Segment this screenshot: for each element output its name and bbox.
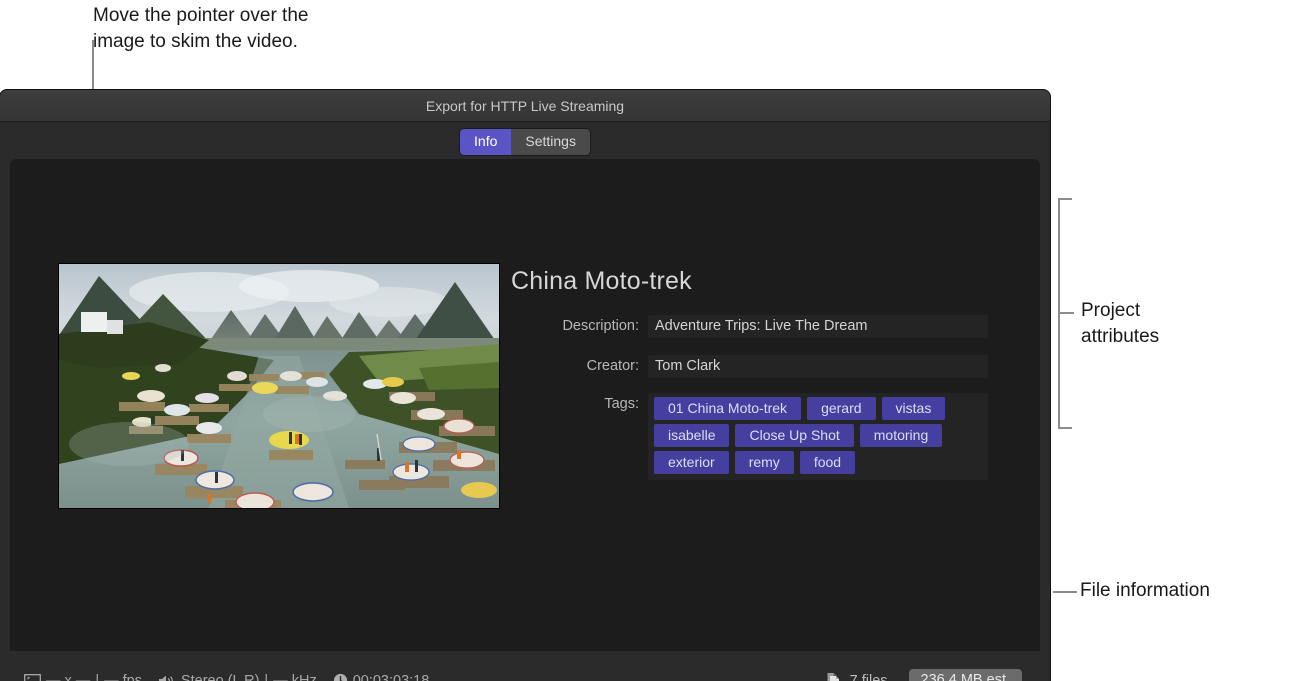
files-count: 7 files	[850, 673, 888, 681]
label-tags: Tags:	[511, 393, 648, 412]
tag-pill[interactable]: isabelle	[654, 424, 729, 447]
field-row-description: Description: Adventure Trips: Live The D…	[511, 315, 988, 338]
speaker-icon	[158, 674, 176, 681]
leader-line-file-information	[1053, 591, 1077, 593]
status-right-group: 7 files 236.4 MB est.	[825, 669, 1022, 681]
export-dialog-window: Export for HTTP Live Streaming Info Sett…	[0, 90, 1050, 681]
window-title: Export for HTTP Live Streaming	[426, 98, 624, 114]
tag-pill[interactable]: vistas	[882, 397, 946, 420]
callout-skim-video: Move the pointer over the image to skim …	[93, 3, 308, 55]
tab-info[interactable]: Info	[460, 129, 511, 155]
value-creator[interactable]: Tom Clark	[648, 355, 988, 378]
callout-project-attributes: Project attributes	[1081, 298, 1159, 350]
tag-pill[interactable]: Close Up Shot	[735, 424, 853, 447]
label-description: Description:	[511, 315, 648, 334]
tag-pill[interactable]: food	[800, 451, 855, 474]
segmented-control[interactable]: Info Settings	[460, 129, 590, 155]
window-titlebar: Export for HTTP Live Streaming	[0, 90, 1050, 122]
info-panel: China Moto-trek Description: Adventure T…	[10, 159, 1040, 651]
duration-value: 00:03:03:18	[353, 673, 430, 681]
tab-settings[interactable]: Settings	[511, 129, 590, 155]
documents-icon	[825, 672, 841, 681]
tag-pill[interactable]: 01 China Moto-trek	[654, 397, 801, 420]
leader-line-project-attributes	[1058, 312, 1074, 314]
value-description[interactable]: Adventure Trips: Live The Dream	[648, 315, 988, 338]
audio-channels-value: Stereo (L R)	[181, 673, 259, 681]
callout-file-information: File information	[1080, 578, 1210, 604]
tag-pill[interactable]: motoring	[860, 424, 942, 447]
documents-icon-svg	[825, 672, 841, 681]
sample-rate-value: — kHz	[273, 673, 317, 681]
video-thumbnail[interactable]	[59, 264, 499, 508]
clock-icon	[333, 673, 348, 681]
frame-size-group: — x — | — fps	[24, 673, 142, 681]
status-left-group: — x — | — fps Stereo (L R) | — kHz	[24, 673, 440, 681]
audio-separator: |	[264, 673, 268, 681]
frame-rate-separator: |	[95, 673, 99, 681]
tags-container[interactable]: 01 China Moto-trek gerard vistas isabelle Cl…	[648, 393, 988, 480]
frame-rate-value: — fps	[104, 673, 142, 681]
tab-bar: Info Settings	[0, 122, 1050, 162]
duration-group: 00:03:03:18	[333, 673, 430, 681]
frame-size-icon	[24, 674, 41, 681]
frame-size-icon-svg	[24, 674, 41, 681]
frame-size-value: — x —	[46, 673, 90, 681]
screenshot-root: Move the pointer over the image to skim …	[0, 0, 1298, 681]
tag-pill[interactable]: gerard	[807, 397, 875, 420]
speaker-icon-svg	[158, 674, 176, 681]
field-row-tags: Tags: 01 China Moto-trek gerard vistas isab…	[511, 393, 988, 480]
clock-icon-svg	[333, 673, 348, 681]
label-creator: Creator:	[511, 355, 648, 374]
tag-pill[interactable]: remy	[735, 451, 794, 474]
project-title: China Moto-trek	[511, 267, 692, 296]
field-row-creator: Creator: Tom Clark	[511, 355, 988, 378]
estimated-size-badge: 236.4 MB est.	[909, 669, 1022, 681]
audio-group: Stereo (L R) | — kHz	[158, 673, 317, 681]
status-bar: — x — | — fps Stereo (L R) | — kHz	[0, 651, 1050, 681]
thumbnail-image	[59, 264, 499, 508]
tag-pill[interactable]: exterior	[654, 451, 729, 474]
